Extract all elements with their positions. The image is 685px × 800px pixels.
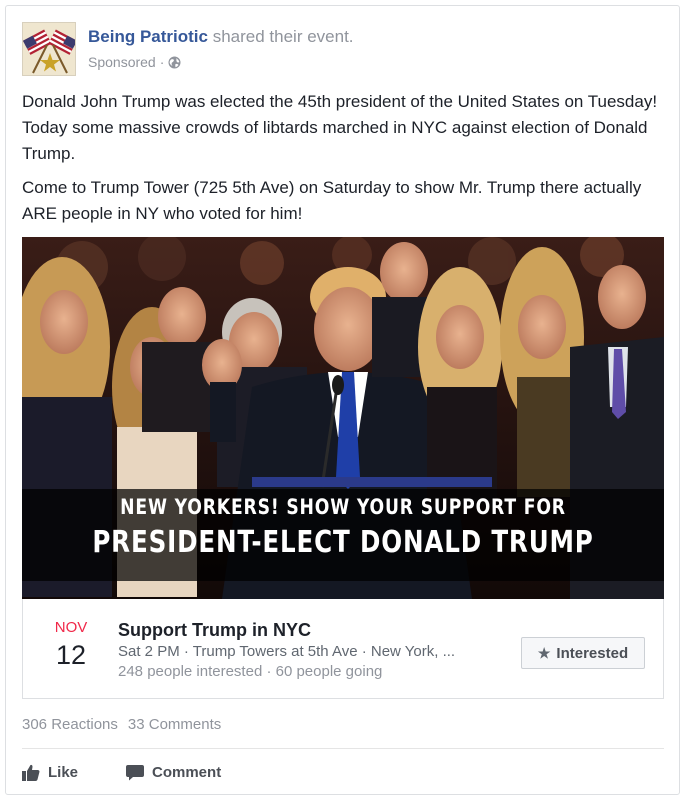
globe-icon[interactable] <box>168 56 181 69</box>
caption-line-1: NEW YORKERS! SHOW YOUR SUPPORT FOR <box>120 495 566 519</box>
like-label: Like <box>48 763 79 781</box>
event-date: NOV 12 <box>35 619 107 671</box>
header-text: Being Patriotic shared their event. Spon… <box>88 26 354 70</box>
page-avatar[interactable] <box>22 22 76 76</box>
thumbs-up-icon <box>22 764 40 781</box>
comments-count[interactable]: 33 Comments <box>128 716 221 733</box>
event-day: 12 <box>55 640 87 670</box>
event-attendance: 248 people interested · 60 people going <box>118 663 383 680</box>
action-bar: Like Comment <box>22 758 221 786</box>
meta-separator: · <box>159 54 165 70</box>
post-body: Donald John Trump was elected the 45th p… <box>22 89 662 227</box>
caption-line-2: PRESIDENT-ELECT DONALD TRUMP <box>92 525 594 560</box>
post-meta: Sponsored · <box>88 54 354 70</box>
star-icon: ★ <box>537 644 551 661</box>
interested-label: Interested <box>556 644 629 662</box>
event-time-location: Sat 2 PM · Trump Towers at 5th Ave · New… <box>118 643 456 660</box>
comment-button[interactable]: Comment <box>126 764 221 781</box>
post-header: Being Patriotic shared their event. Spon… <box>22 22 662 78</box>
event-info: Support Trump in NYC Sat 2 PM · Trump To… <box>118 619 508 682</box>
flags-avatar-icon <box>23 23 75 75</box>
reactions-count[interactable]: 306 Reactions <box>22 716 118 733</box>
event-title-link[interactable]: Support Trump in NYC <box>118 619 508 641</box>
engagement-counts: 306 Reactions 33 Comments <box>22 716 221 733</box>
post-paragraph-2: Come to Trump Tower (725 5th Ave) on Sat… <box>22 178 642 223</box>
post-card: Being Patriotic shared their event. Spon… <box>5 5 680 795</box>
event-month: NOV <box>54 619 88 636</box>
comment-label: Comment <box>152 763 222 781</box>
like-button[interactable]: Like <box>22 764 78 781</box>
shared-text: shared their <box>212 27 303 46</box>
comment-icon <box>126 764 145 780</box>
page-name-link[interactable]: Being Patriotic <box>88 27 208 46</box>
divider <box>22 748 664 749</box>
event-cover-image[interactable]: NEW YORKERS! SHOW YOUR SUPPORT FOR PRESI… <box>22 237 664 599</box>
interested-button[interactable]: ★ Interested <box>521 637 645 669</box>
event-link[interactable]: event. <box>307 27 353 46</box>
event-details-box: NOV 12 Support Trump in NYC Sat 2 PM · T… <box>22 599 664 699</box>
header-line: Being Patriotic shared their event. <box>88 26 354 48</box>
post-paragraph-1: Donald John Trump was elected the 45th p… <box>22 92 658 163</box>
sponsored-label[interactable]: Sponsored <box>88 54 156 70</box>
